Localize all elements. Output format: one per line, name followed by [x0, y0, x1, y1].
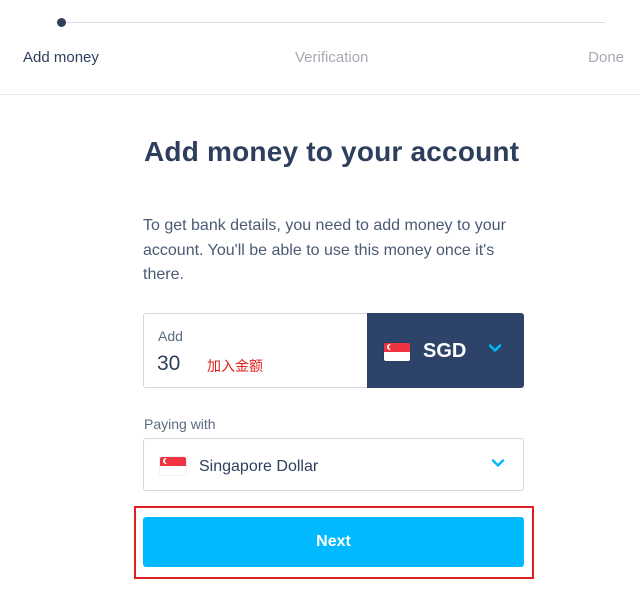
progress-stepper: Add money Verification Done — [0, 0, 640, 95]
chevron-down-icon — [491, 459, 505, 467]
currency-code: SGD — [423, 340, 467, 362]
amount-input[interactable]: 30 — [157, 352, 180, 376]
next-button[interactable]: Next — [143, 517, 524, 567]
step-done: Done — [588, 49, 624, 66]
stepper-current-dot — [57, 18, 66, 27]
singapore-flag-icon — [160, 457, 186, 475]
paying-with-select[interactable]: Singapore Dollar — [143, 438, 524, 491]
stepper-track — [60, 22, 605, 23]
page-title: Add money to your account — [144, 136, 520, 167]
amount-field[interactable]: Add 30 加入金额 SGD — [143, 313, 524, 388]
amount-label: Add — [158, 328, 183, 344]
paying-with-value: Singapore Dollar — [199, 458, 319, 475]
paying-with-label: Paying with — [144, 416, 216, 432]
chevron-down-icon — [488, 344, 502, 352]
currency-select[interactable]: SGD — [367, 313, 524, 388]
page-description: To get bank details, you need to add mon… — [143, 217, 506, 283]
annotation-text: 加入金额 — [207, 359, 263, 375]
singapore-flag-icon — [384, 343, 410, 361]
step-verification: Verification — [295, 49, 369, 66]
step-add-money: Add money — [23, 49, 99, 66]
